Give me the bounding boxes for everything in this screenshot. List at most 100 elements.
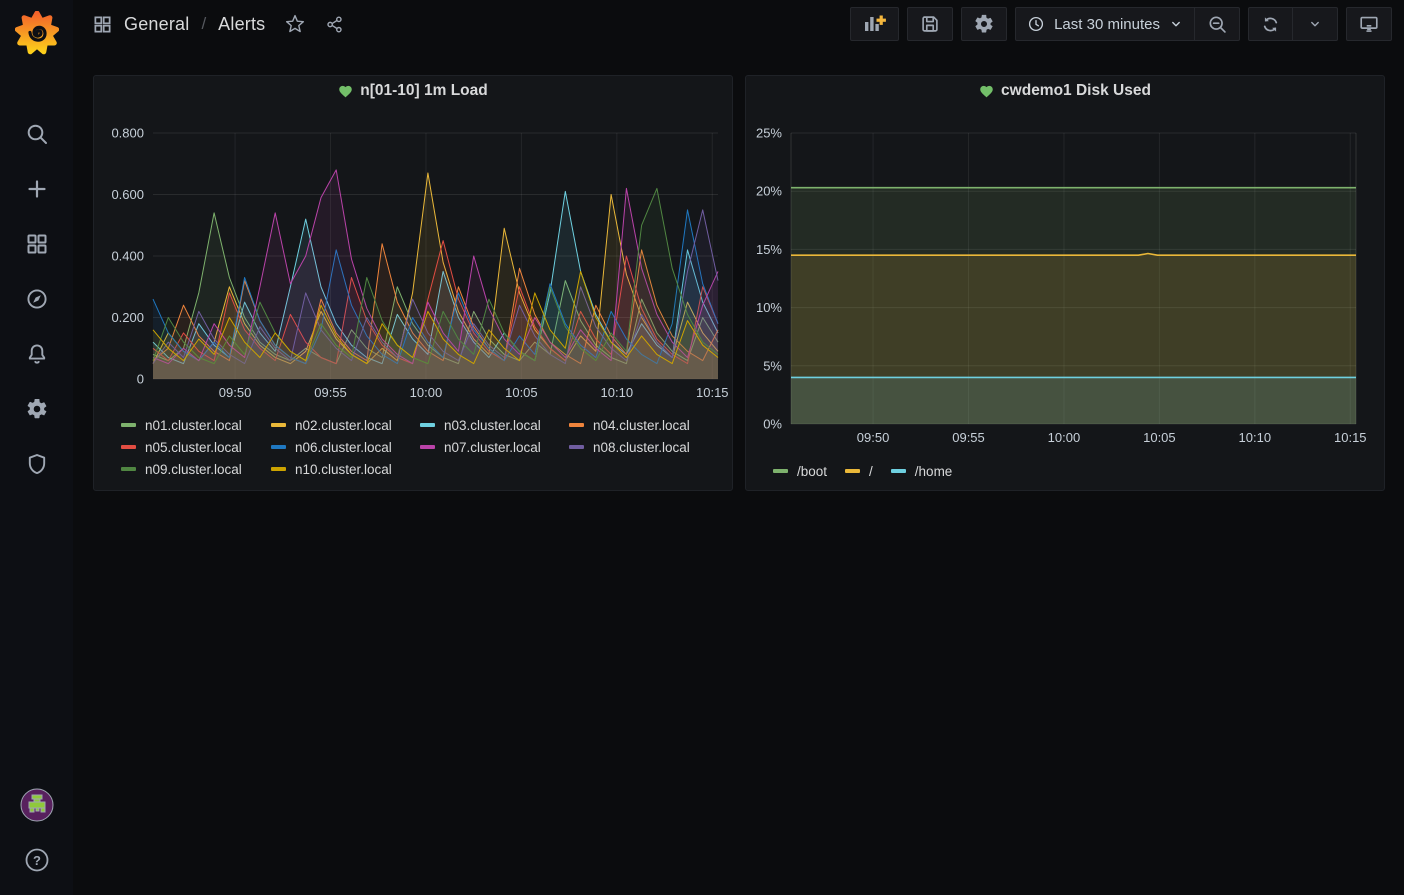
star-icon xyxy=(285,14,305,34)
save-dashboard-button[interactable] xyxy=(907,7,953,41)
x-tick-label: 10:10 xyxy=(601,385,634,400)
save-dashboard-icon xyxy=(919,13,941,35)
configuration-gear-icon xyxy=(25,397,49,421)
legend-item[interactable]: n02.cluster.local xyxy=(271,414,420,436)
chevron-down-icon xyxy=(1169,17,1183,31)
legend-item[interactable]: n10.cluster.local xyxy=(271,458,420,480)
x-tick-label: 09:55 xyxy=(314,385,347,400)
breadcrumb: General / Alerts xyxy=(93,14,344,35)
refresh-dashboard-button[interactable] xyxy=(1248,7,1293,41)
disk-chart: 09:5009:5510:0010:0510:1010:150%5%10%15%… xyxy=(756,106,1376,446)
x-tick-label: 09:55 xyxy=(952,430,985,445)
zoom-out-time-button[interactable] xyxy=(1195,7,1240,41)
dashboard-canvas: n[01-10] 1m Load 09:50 09:55 10:00 10:05 10:… xyxy=(73,48,1404,895)
sidebar-item-profile[interactable] xyxy=(0,777,73,832)
legend-item[interactable]: / xyxy=(845,460,873,482)
add-panel-icon xyxy=(862,12,887,36)
legend-label: /boot xyxy=(797,464,827,479)
legend-item[interactable]: n09.cluster.local xyxy=(121,458,271,480)
x-tick-label: 10:10 xyxy=(1239,430,1272,445)
x-tick-label: 10:00 xyxy=(1048,430,1081,445)
y-tick-label: 0 xyxy=(137,372,144,387)
legend-item[interactable]: n06.cluster.local xyxy=(271,436,420,458)
add-panel-button[interactable] xyxy=(850,7,899,41)
legend-item[interactable]: /home xyxy=(891,460,953,482)
star-dashboard-button[interactable] xyxy=(285,14,305,34)
legend-label: n06.cluster.local xyxy=(295,440,392,455)
legend-item[interactable]: n04.cluster.local xyxy=(569,414,718,436)
grafana-logo[interactable] xyxy=(0,0,73,66)
y-tick-label: 0.200 xyxy=(111,310,144,325)
x-tick-label: 10:05 xyxy=(505,385,538,400)
panel-title: n[01-10] 1m Load xyxy=(360,82,487,100)
legend-label: n10.cluster.local xyxy=(295,462,392,477)
panel-disk: cwdemo1 Disk Used 09:5009:5510:0010:0510… xyxy=(745,75,1385,491)
sidebar-item-explore[interactable] xyxy=(0,271,73,326)
legend-label: n08.cluster.local xyxy=(593,440,690,455)
legend-swatch xyxy=(271,445,286,449)
x-tick-label: 09:50 xyxy=(219,385,252,400)
legend-item[interactable]: n05.cluster.local xyxy=(121,436,271,458)
legend-swatch xyxy=(121,467,136,471)
legend-swatch xyxy=(569,445,584,449)
refresh-icon xyxy=(1260,14,1281,35)
sidebar-spacer xyxy=(0,491,73,777)
breadcrumb-folder[interactable]: General xyxy=(124,14,189,35)
dashboard-grid-icon xyxy=(93,15,112,34)
legend-item[interactable]: n07.cluster.local xyxy=(420,436,569,458)
sidebar-item-search[interactable] xyxy=(0,106,73,161)
legend-item[interactable]: /boot xyxy=(773,460,827,482)
legend-label: n01.cluster.local xyxy=(145,418,242,433)
create-plus-icon xyxy=(25,177,49,201)
sidebar-item-alerting[interactable] xyxy=(0,326,73,381)
legend-swatch xyxy=(845,469,860,473)
breadcrumb-dashboard[interactable]: Alerts xyxy=(218,14,265,35)
legend-swatch xyxy=(271,467,286,471)
y-tick-label: 0.400 xyxy=(111,249,144,264)
search-icon xyxy=(25,122,49,146)
dashboard-settings-button[interactable] xyxy=(961,7,1007,41)
panel-load-header[interactable]: n[01-10] 1m Load xyxy=(104,76,722,106)
share-icon xyxy=(325,15,344,34)
legend-swatch xyxy=(891,469,906,473)
dashnav-toolbar: Last 30 minutes xyxy=(850,7,1392,41)
legend-item[interactable]: n08.cluster.local xyxy=(569,436,718,458)
time-controls: Last 30 minutes xyxy=(1015,7,1240,41)
sidebar-item-dashboards[interactable] xyxy=(0,216,73,271)
legend-swatch xyxy=(121,423,136,427)
top-navbar: General / Alerts xyxy=(73,0,1404,48)
main-area: General / Alerts xyxy=(73,0,1404,895)
time-picker-clock-icon xyxy=(1027,15,1045,33)
time-picker-button[interactable]: Last 30 minutes xyxy=(1015,7,1195,41)
y-tick-label: 25% xyxy=(756,126,782,141)
grafana-app: ? General / Alerts xyxy=(0,0,1404,895)
user-avatar xyxy=(20,788,54,822)
sidebar-item-server-admin[interactable] xyxy=(0,436,73,491)
legend-label: n04.cluster.local xyxy=(593,418,690,433)
y-tick-label: 15% xyxy=(756,242,782,257)
y-tick-label: 10% xyxy=(756,300,782,315)
y-tick-label: 0.600 xyxy=(111,187,144,202)
legend-label: / xyxy=(869,464,873,479)
time-range-label: Last 30 minutes xyxy=(1054,16,1160,33)
sidebar-menu xyxy=(0,106,73,491)
x-tick-label: 09:50 xyxy=(857,430,890,445)
cycle-view-mode-icon xyxy=(1358,13,1380,35)
sidebar-item-create[interactable] xyxy=(0,161,73,216)
refresh-interval-button[interactable] xyxy=(1293,7,1338,41)
sidebar-item-configuration[interactable] xyxy=(0,381,73,436)
zoom-out-icon xyxy=(1207,14,1228,35)
panel-disk-header[interactable]: cwdemo1 Disk Used xyxy=(756,76,1374,106)
sidebar-item-help[interactable]: ? xyxy=(0,832,73,887)
disk-chart-legend: /boot / /home xyxy=(773,460,1374,482)
cycle-view-mode-button[interactable] xyxy=(1346,7,1392,41)
series-fill xyxy=(791,377,1356,424)
dashboard-settings-icon xyxy=(973,13,995,35)
legend-item[interactable]: n03.cluster.local xyxy=(420,414,569,436)
legend-item[interactable]: n01.cluster.local xyxy=(121,414,271,436)
share-dashboard-button[interactable] xyxy=(325,15,344,34)
server-admin-shield-icon xyxy=(25,452,49,476)
legend-label: n03.cluster.local xyxy=(444,418,541,433)
legend-label: n02.cluster.local xyxy=(295,418,392,433)
refresh-controls xyxy=(1248,7,1338,41)
